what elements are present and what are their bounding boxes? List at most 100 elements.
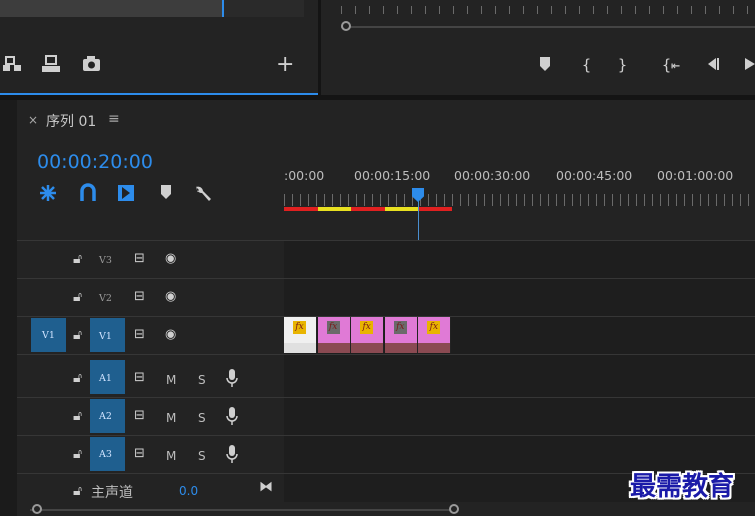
clip-footer [384, 343, 417, 353]
source-scroll-area-end[interactable] [222, 0, 304, 17]
master-track-label: 主声道 [91, 485, 133, 501]
render-bar-segment [384, 207, 419, 211]
export-frame-icon[interactable] [81, 55, 103, 77]
ruler-label-15: 00:00:15:00 [354, 168, 431, 183]
nest-icon[interactable] [38, 183, 58, 208]
sync-lock-icon[interactable]: ⊟ [134, 289, 145, 304]
sync-lock-icon[interactable]: ⊟ [134, 251, 145, 266]
playhead-timecode[interactable]: 00:00:20:00 [37, 151, 153, 173]
sync-lock-icon[interactable]: ⊟ [134, 327, 145, 342]
render-status-bar [284, 207, 452, 211]
video-clip[interactable]: fx [317, 317, 351, 353]
fx-badge[interactable]: fx [326, 321, 340, 334]
render-bar-segment [317, 207, 352, 211]
video-clip[interactable]: fx [351, 317, 385, 353]
clip-footer [418, 343, 451, 353]
play-icon[interactable] [743, 56, 755, 76]
left-panel-strip [0, 100, 17, 516]
row-divider [17, 397, 755, 398]
fx-badge[interactable]: fx [393, 321, 407, 334]
zoom-handle-left[interactable] [32, 504, 42, 514]
row-divider [17, 278, 755, 279]
fx-badge[interactable]: fx [427, 321, 441, 334]
solo-button[interactable]: S [198, 449, 206, 463]
program-scrub-knob[interactable] [341, 21, 351, 31]
solo-button[interactable]: S [198, 373, 206, 387]
mute-button[interactable]: M [166, 449, 176, 463]
lock-icon[interactable]: 🔓︎ [73, 251, 82, 267]
track-area[interactable] [284, 240, 755, 502]
program-ruler-ticks [341, 6, 755, 14]
mute-button[interactable]: M [166, 373, 176, 387]
mute-button[interactable]: M [166, 411, 176, 425]
video-clip[interactable]: fx [418, 317, 452, 353]
render-bar-segment [284, 207, 318, 211]
track-name-v2[interactable]: V2 [99, 293, 112, 304]
lock-icon[interactable]: 🔓︎ [73, 327, 82, 343]
video-clip[interactable]: fx [284, 317, 317, 353]
track-name-a3[interactable]: A3 [99, 449, 112, 460]
lock-icon[interactable]: 🔓︎ [73, 446, 82, 462]
snap-icon[interactable] [79, 183, 97, 208]
microphone-icon[interactable] [226, 368, 238, 392]
track-name-v1[interactable]: V1 [99, 331, 112, 342]
ruler-label-45: 00:00:45:00 [556, 168, 633, 183]
lock-icon[interactable]: 🔓︎ [73, 370, 82, 386]
source-scroll-area[interactable] [0, 0, 222, 17]
collapse-icon[interactable]: ⧓ [259, 479, 273, 495]
sequence-tab-close-button[interactable]: × [28, 113, 38, 127]
mark-in-icon[interactable]: { [582, 56, 591, 74]
program-scrub-track[interactable] [341, 26, 755, 28]
eye-icon[interactable]: ◉ [165, 251, 176, 266]
go-to-in-icon[interactable]: {⇤ [662, 56, 680, 74]
wrench-icon[interactable] [193, 183, 213, 208]
lock-icon[interactable]: 🔓︎ [73, 483, 82, 499]
mark-out-icon[interactable]: } [618, 56, 627, 74]
ruler-label-60: 00:01:00:00 [657, 168, 734, 183]
program-monitor-panel: { } {⇤ [321, 0, 755, 95]
sequence-tab-menu-icon[interactable]: ≡ [108, 111, 120, 127]
add-button-icon[interactable]: + [276, 52, 294, 77]
video-clip[interactable]: fx [384, 317, 418, 353]
row-divider [17, 240, 755, 241]
sequence-tab-title[interactable]: 序列 01 [46, 111, 96, 131]
render-bar-segment [351, 207, 385, 211]
microphone-icon[interactable] [226, 444, 238, 468]
track-name-a1[interactable]: A1 [99, 373, 112, 384]
lock-icon[interactable]: 🔓︎ [73, 408, 82, 424]
time-ruler[interactable] [284, 194, 755, 206]
sync-lock-icon[interactable]: ⊟ [134, 408, 145, 423]
source-monitor-panel: + [0, 0, 318, 95]
fx-badge[interactable]: fx [360, 321, 374, 334]
timeline-zoom-track[interactable] [30, 509, 454, 511]
track-name-a2[interactable]: A2 [99, 411, 112, 422]
overwrite-icon[interactable] [40, 55, 62, 77]
insert-icon[interactable] [2, 55, 24, 77]
clip-footer [317, 343, 350, 353]
track-headers [17, 240, 283, 502]
track-name-v3[interactable]: V3 [99, 255, 112, 266]
ruler-label-30: 00:00:30:00 [454, 168, 531, 183]
marker-icon[interactable] [539, 56, 551, 76]
eye-icon[interactable]: ◉ [165, 327, 176, 342]
ruler-label-0: :00:00 [284, 168, 325, 183]
linked-selection-icon[interactable] [116, 183, 136, 208]
zoom-handle-right[interactable] [449, 504, 459, 514]
eye-icon[interactable]: ◉ [165, 289, 176, 304]
solo-button[interactable]: S [198, 411, 206, 425]
step-back-icon[interactable] [704, 56, 720, 76]
source-patch-label: V1 [42, 330, 55, 341]
add-marker-icon[interactable] [160, 183, 172, 206]
fx-badge[interactable]: fx [293, 321, 306, 334]
row-divider [17, 435, 755, 436]
sync-lock-icon[interactable]: ⊟ [134, 370, 145, 385]
master-volume-value[interactable]: 0.0 [179, 484, 198, 498]
row-divider [17, 354, 755, 355]
render-bar-segment [418, 207, 452, 211]
clip-footer [351, 343, 384, 353]
lock-icon[interactable]: 🔓︎ [73, 289, 82, 305]
clip-footer [284, 343, 316, 353]
watermark-logo: 最需教育 [630, 472, 735, 502]
sync-lock-icon[interactable]: ⊟ [134, 446, 145, 461]
microphone-icon[interactable] [226, 406, 238, 430]
